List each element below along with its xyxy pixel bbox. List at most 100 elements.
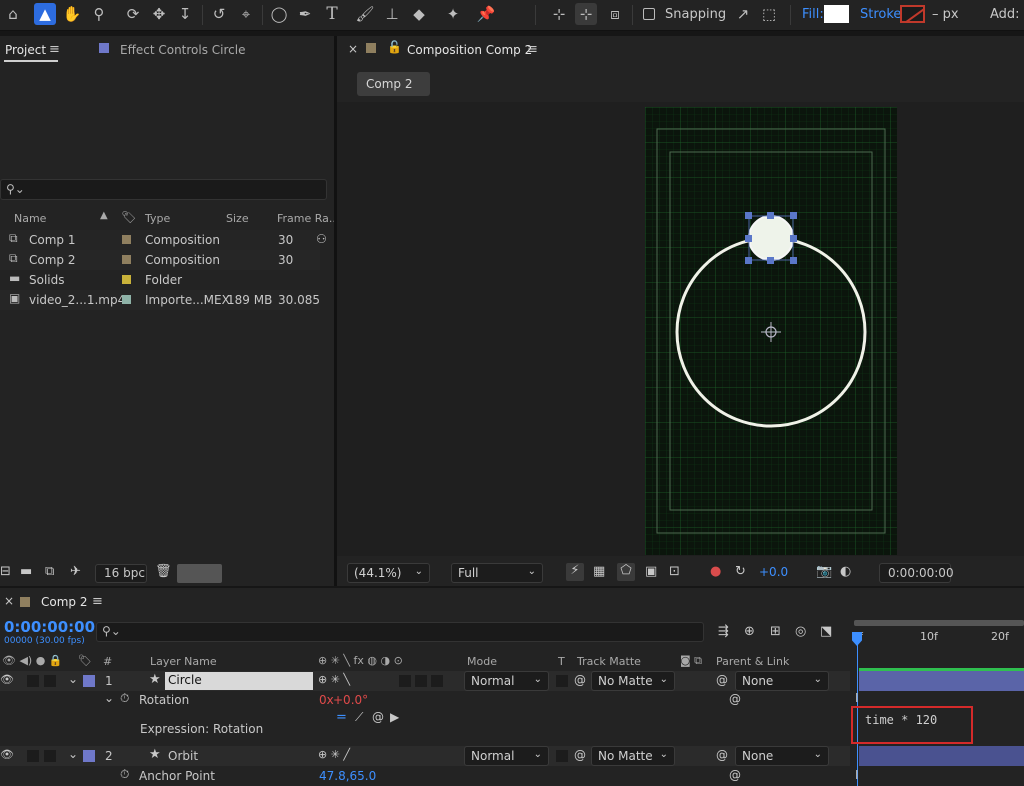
column-mode[interactable]: Mode: [467, 655, 497, 668]
project-search-input[interactable]: ⚲⌄: [0, 179, 327, 200]
home-icon[interactable]: ⌂: [2, 3, 24, 25]
composition-panel-menu-icon[interactable]: ≡: [527, 42, 538, 57]
current-time-field[interactable]: 0:00:00:00: [879, 563, 954, 583]
snapping-checkbox[interactable]: [643, 8, 655, 20]
layer-name[interactable]: Orbit: [168, 749, 198, 763]
new-composition-icon[interactable]: ⧉: [45, 564, 54, 579]
blend-mode-dropdown[interactable]: Normal ⌄: [464, 746, 549, 766]
enable-expression-icon[interactable]: =: [336, 710, 347, 725]
label-tag-icon[interactable]: 🏷: [121, 210, 136, 224]
project-item-label-color[interactable]: [122, 275, 131, 284]
layer-row-orbit[interactable]: 👁 ⌄ 2 ★ Orbit ⊕ ✳ ╱ Normal ⌄ @ No Matte ⌄ …: [0, 746, 850, 766]
blend-mode-dropdown[interactable]: Normal ⌄: [464, 671, 549, 691]
anchor-point-property-row[interactable]: ⏱ Anchor Point 47.8,65.0 @: [0, 766, 850, 786]
bit-depth-button[interactable]: 16 bpc: [95, 564, 147, 583]
video-visibility-eye-icon[interactable]: 👁: [0, 748, 14, 761]
fast-previews-icon[interactable]: ⚡: [566, 563, 584, 581]
sort-ascending-icon[interactable]: ▲: [100, 210, 108, 221]
time-ruler[interactable]: 0f 10f 20f: [852, 620, 1024, 644]
pickwhip-icon[interactable]: @: [729, 768, 741, 782]
switch-box[interactable]: [431, 675, 443, 687]
layer-bar-circle[interactable]: [859, 671, 1024, 691]
comp-breadcrumb[interactable]: Comp 2: [357, 72, 430, 96]
track-matte-dropdown[interactable]: No Matte ⌄: [591, 671, 675, 691]
column-size[interactable]: Size: [226, 212, 249, 225]
project-item-row[interactable]: ⧉ Comp 2 Composition 30: [0, 250, 320, 270]
switch-box[interactable]: [415, 675, 427, 687]
world-axis-icon[interactable]: ⊹: [575, 3, 597, 25]
show-snapshot-icon[interactable]: ◐: [840, 564, 851, 579]
work-area-bar[interactable]: [854, 620, 1024, 626]
fill-swatch[interactable]: [824, 5, 849, 23]
region-of-interest-icon[interactable]: ▣: [645, 564, 657, 579]
switch-box[interactable]: [399, 675, 411, 687]
close-tab-icon[interactable]: ×: [348, 42, 358, 56]
solo-switch[interactable]: [27, 750, 39, 762]
layer-bar-orbit[interactable]: [859, 746, 1024, 766]
rotation-degrees-value[interactable]: +0.0°: [333, 693, 368, 707]
parent-dropdown[interactable]: None ⌄: [735, 671, 829, 691]
track-matte-dropdown[interactable]: No Matte ⌄: [591, 746, 675, 766]
preserve-transparency-switch[interactable]: [556, 750, 568, 762]
video-visibility-eye-icon[interactable]: 👁: [0, 673, 14, 686]
column-frame-rate[interactable]: Frame Ra...: [277, 212, 339, 225]
graph-editor-icon[interactable]: ⬔: [820, 624, 832, 639]
guides-options-icon[interactable]: ⊡: [669, 564, 680, 579]
composition-tab[interactable]: Composition Comp 2: [407, 43, 532, 57]
solo-switch[interactable]: [27, 675, 39, 687]
stroke-width-value[interactable]: – px: [932, 7, 959, 22]
parent-pickwhip-icon[interactable]: @: [716, 748, 728, 762]
stopwatch-icon[interactable]: ⏱: [120, 767, 129, 782]
effect-controls-tab[interactable]: Effect Controls Circle: [120, 43, 246, 57]
chevron-down-icon[interactable]: ⌄: [68, 747, 78, 761]
parent-dropdown[interactable]: None ⌄: [735, 746, 829, 766]
timeline-panel-menu-icon[interactable]: ≡: [92, 594, 103, 609]
roto-brush-tool-icon[interactable]: ✦: [442, 3, 464, 25]
lock-switch[interactable]: [44, 750, 56, 762]
orbit-camera-icon[interactable]: ⟳: [122, 3, 144, 25]
pan-camera-icon[interactable]: ✥: [148, 3, 170, 25]
layer-label-color[interactable]: [83, 750, 95, 762]
puppet-pin-tool-icon[interactable]: 📌: [475, 3, 497, 25]
matte-pickwhip-icon[interactable]: @: [574, 673, 586, 687]
transparency-grid-icon[interactable]: ▦: [593, 564, 605, 579]
composition-viewer[interactable]: [337, 102, 1024, 556]
snapshot-camera-icon[interactable]: 📷: [816, 564, 832, 579]
circle-shape[interactable]: [748, 215, 794, 261]
interpret-footage-icon[interactable]: ⊟: [0, 564, 11, 579]
matte-pickwhip-icon[interactable]: @: [574, 748, 586, 762]
project-item-label-color[interactable]: [122, 255, 131, 264]
flowchart-icon[interactable]: ⚇: [316, 232, 327, 246]
frame-blending-icon[interactable]: ◎: [795, 624, 806, 639]
lock-icon[interactable]: 🔓: [387, 40, 402, 54]
comp-canvas[interactable]: [645, 107, 897, 555]
type-tool-icon[interactable]: T: [321, 3, 343, 25]
stroke-swatch[interactable]: [900, 5, 925, 23]
expression-graph-icon[interactable]: ⟋: [355, 710, 363, 725]
timeline-search-input[interactable]: ⚲⌄: [96, 622, 704, 642]
pen-tool-icon[interactable]: ✒: [294, 3, 316, 25]
expression-pickwhip-icon[interactable]: @: [372, 710, 384, 724]
snap-edges-icon[interactable]: ↗: [732, 3, 754, 25]
expression-text[interactable]: time * 120: [865, 713, 937, 727]
dolly-camera-icon[interactable]: ↧: [174, 3, 196, 25]
preserve-transparency-switch[interactable]: [556, 675, 568, 687]
render-queue-icon[interactable]: ✈: [70, 564, 81, 579]
parent-pickwhip-icon[interactable]: @: [716, 673, 728, 687]
column-track-matte[interactable]: Track Matte: [577, 655, 641, 668]
timeline-tab[interactable]: Comp 2: [41, 595, 87, 609]
rotate-tool-icon[interactable]: ↺: [208, 3, 230, 25]
anchor-point-value[interactable]: 47.8,65.0: [319, 769, 376, 783]
column-type[interactable]: Type: [145, 212, 170, 225]
ellipse-tool-icon[interactable]: ◯: [268, 3, 290, 25]
resolution-dropdown[interactable]: Full ⌄: [451, 563, 543, 583]
layer-label-color[interactable]: [83, 675, 95, 687]
mask-visibility-icon[interactable]: ⬠: [617, 563, 635, 581]
layer-row-circle[interactable]: 👁 ⌄ 1 ★ Circle ⊕ ✳ ╲ Normal ⌄ @ No Matte ⌄…: [0, 671, 850, 691]
layer-name-field[interactable]: Circle: [165, 672, 313, 690]
eraser-tool-icon[interactable]: ◆: [408, 3, 430, 25]
reset-exposure-icon[interactable]: ↻: [735, 564, 746, 579]
project-item-row[interactable]: ▣ video_2...1.mp4 Importe...MEX 189 MB 30.08…: [0, 290, 320, 310]
project-item-row[interactable]: ⧉ Comp 1 Composition 30: [0, 230, 320, 250]
selection-tool-icon[interactable]: ▲: [34, 3, 56, 25]
